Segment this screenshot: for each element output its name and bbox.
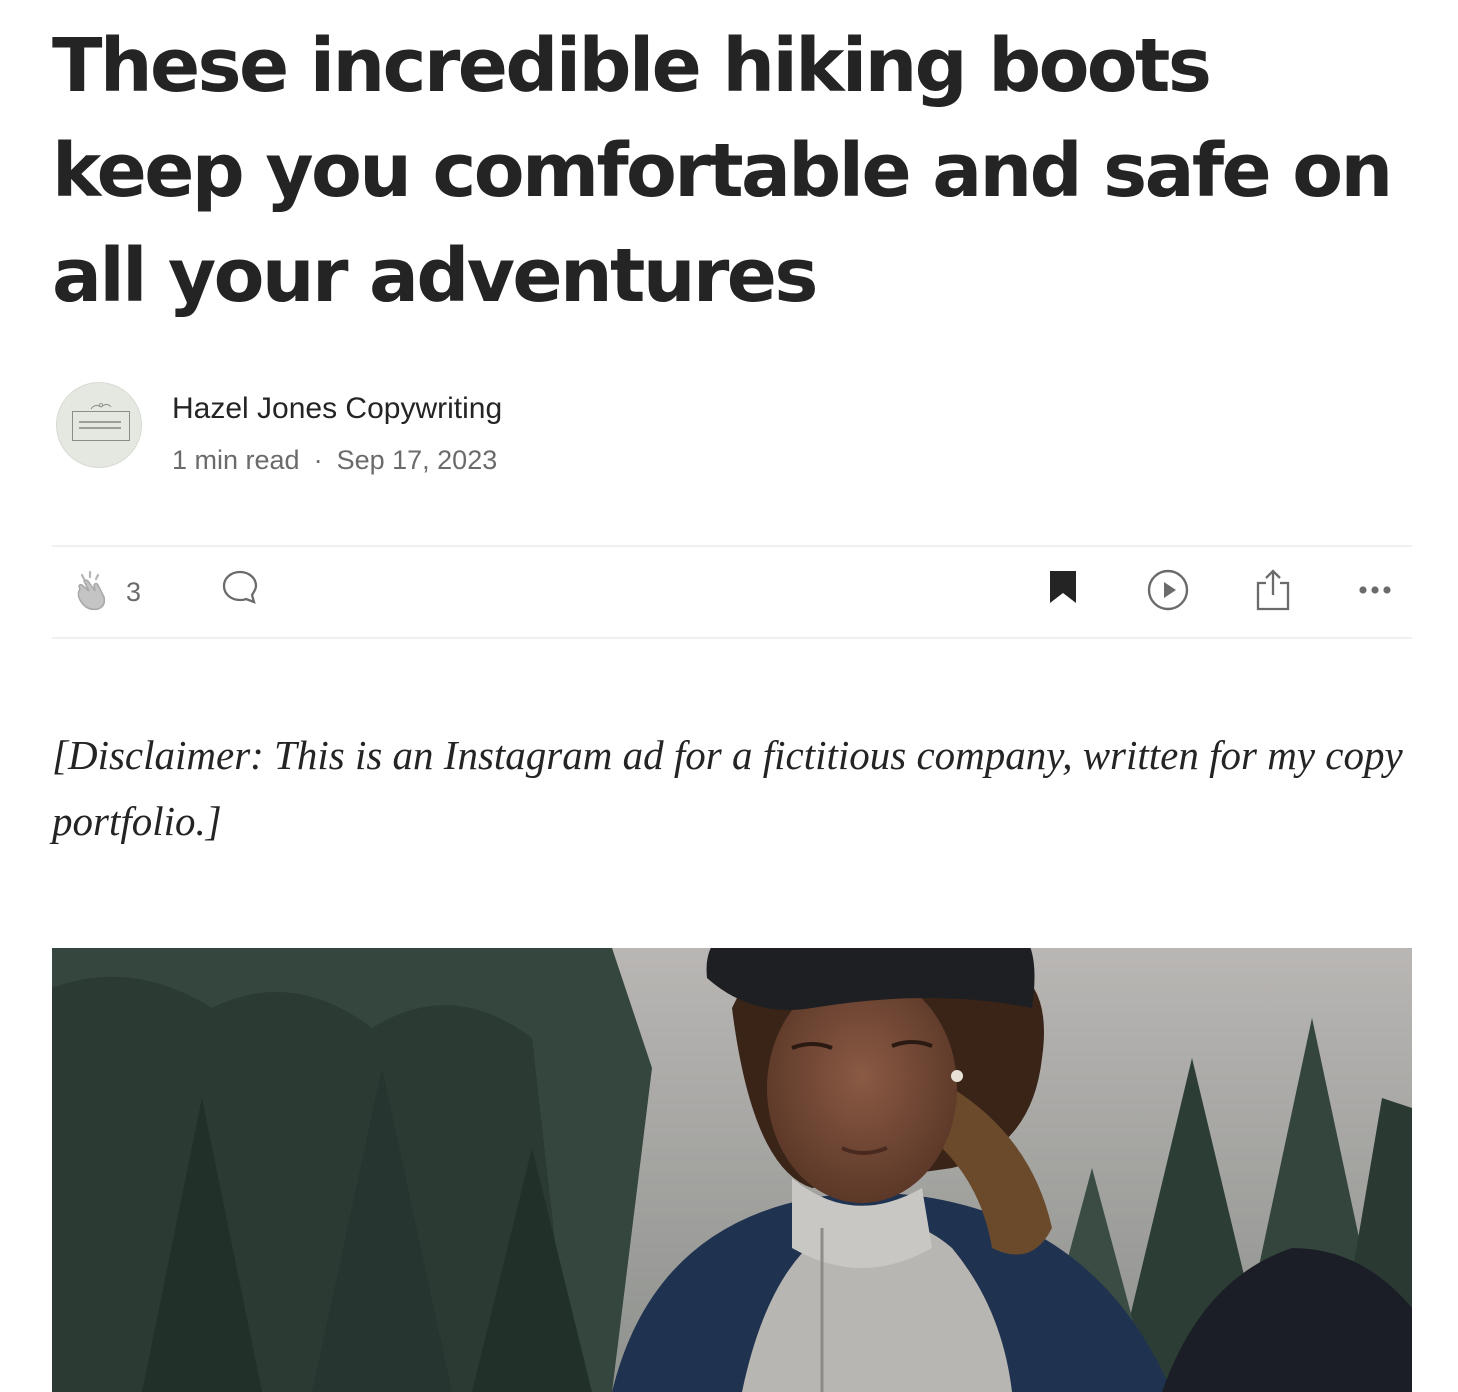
comment-icon	[222, 570, 258, 604]
author-name-link[interactable]: Hazel Jones Copywriting	[172, 392, 502, 426]
listen-button[interactable]	[1147, 569, 1189, 611]
floral-logo-icon	[90, 403, 112, 410]
more-options-button[interactable]	[1358, 583, 1392, 597]
avatar-logo-frame	[72, 411, 130, 441]
more-icon	[1359, 586, 1391, 594]
byline: Hazel Jones Copywriting 1 min read · Sep 1…	[56, 382, 502, 476]
clap-count: 3	[126, 576, 142, 607]
read-time: 1 min read	[172, 445, 300, 475]
play-icon	[1147, 569, 1189, 611]
hiker-photo	[52, 948, 1412, 1392]
hero-image	[52, 948, 1412, 1392]
avatar-logo-line	[79, 421, 121, 423]
share-button[interactable]	[1255, 569, 1291, 611]
share-icon	[1256, 569, 1290, 611]
comment-button[interactable]	[222, 569, 258, 605]
publish-date: Sep 17, 2023	[336, 445, 498, 475]
disclaimer-text: [Disclaimer: This is an Instagram ad for…	[52, 732, 1403, 844]
post-meta: 1 min read · Sep 17, 2023	[172, 444, 502, 476]
action-bar: 3	[52, 545, 1412, 639]
author-info: Hazel Jones Copywriting 1 min read · Sep 1…	[172, 382, 502, 476]
clap-icon	[77, 570, 106, 611]
avatar-logo-line	[79, 427, 121, 429]
article-title: These incredible hiking boots keep you c…	[52, 23, 1393, 319]
author-avatar[interactable]	[56, 382, 142, 468]
bookmark-icon	[1050, 571, 1076, 603]
article: These incredible hiking boots keep you c…	[52, 0, 1412, 1392]
clap-button[interactable]: 3	[70, 569, 141, 615]
meta-separator: ·	[313, 445, 323, 475]
bookmark-button[interactable]	[1048, 569, 1078, 605]
